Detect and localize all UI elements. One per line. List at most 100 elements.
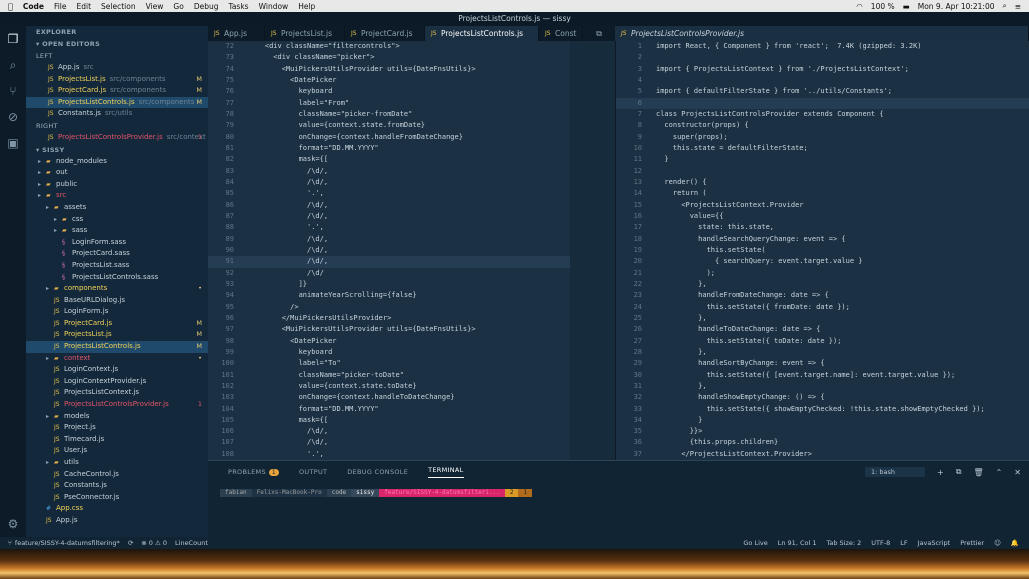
tab-projectcard-js[interactable]: JS ProjectCard.js	[345, 26, 425, 41]
tab-projectslist-js[interactable]: JS ProjectsList.js	[265, 26, 345, 41]
tab-terminal[interactable]: TERMINAL	[428, 466, 464, 478]
code-line[interactable]: 87 /\d/,	[208, 211, 578, 222]
code-line[interactable]: 82 mask={[	[208, 154, 578, 165]
menu-edit[interactable]: Edit	[77, 2, 92, 11]
status-eol[interactable]: LF	[900, 539, 907, 547]
code-line[interactable]: 13 render() {	[616, 177, 1029, 188]
status-branch[interactable]: feature/SISSY-4-datumsfiltering*	[15, 539, 120, 547]
status-encoding[interactable]: UTF-8	[871, 539, 890, 547]
editor-right[interactable]: 1 import React, { Component } from 'react…	[615, 41, 1029, 460]
code-line[interactable]: 72 <div className="filtercontrols">	[208, 41, 578, 52]
code-line[interactable]: 37 </ProjectsListContext.Provider>	[616, 449, 1029, 460]
code-line[interactable]: 3 import { ProjectsListContext } from './…	[616, 64, 1029, 75]
editor-left[interactable]: 72 <div className="filtercontrols"> 73 <d…	[208, 41, 578, 460]
code-line[interactable]: 30 this.setState({ [event.target.name]: …	[616, 370, 1029, 381]
trash-icon[interactable]: 🗑	[973, 468, 983, 477]
code-line[interactable]: 81 format="DD.MM.YYYY"	[208, 143, 578, 154]
code-line[interactable]: 108 '.',	[208, 449, 578, 460]
status-language[interactable]: JavaScript	[918, 539, 951, 547]
file-item[interactable]: JS ProjectsListControls.js src/components M	[26, 96, 208, 109]
code-line[interactable]: 28 },	[616, 347, 1029, 358]
source-control-icon[interactable]: ⑂	[0, 78, 26, 104]
code-line[interactable]: 76 keyboard	[208, 86, 578, 97]
code-line[interactable]: 14 return (	[616, 188, 1029, 199]
code-line[interactable]: 17 state: this.state,	[616, 222, 1029, 233]
code-line[interactable]: 85 '.',	[208, 188, 578, 199]
code-line[interactable]: 104 format="DD.MM.YYYY"	[208, 404, 578, 415]
file-item[interactable]: JS LoginForm.js	[26, 306, 208, 318]
code-line[interactable]: 2	[616, 52, 1029, 63]
file-item[interactable]: JS ProjectCard.js M	[26, 318, 208, 330]
code-line[interactable]: 92 /\d/	[208, 268, 578, 279]
file-item[interactable]: JS LoginContextProvider.js	[26, 376, 208, 388]
file-item[interactable]: JS ProjectCard.js src/components M	[26, 85, 208, 97]
code-line[interactable]: 106 /\d/,	[208, 426, 578, 437]
file-item[interactable]: JS ProjectsListControlsProvider.js 1	[26, 399, 208, 411]
file-item[interactable]: JS ProjectsListControlsProvider.js src/con…	[26, 132, 208, 144]
search-icon[interactable]: ⌕	[0, 52, 26, 78]
code-line[interactable]: 7 class ProjectsListControlsProvider exte…	[616, 109, 1029, 120]
code-line[interactable]: 20 { searchQuery: event.target.value }	[616, 256, 1029, 267]
status-linecount[interactable]: LineCount	[175, 539, 208, 547]
add-terminal-icon[interactable]: +	[937, 468, 944, 477]
code-line[interactable]: 19 this.setState(	[616, 245, 1029, 256]
code-line[interactable]: 96 </MuiPickersUtilsProvider>	[208, 313, 578, 324]
code-line[interactable]: 98 <DatePicker	[208, 336, 578, 347]
flag-icon[interactable]: ▬	[903, 2, 910, 11]
menu-view[interactable]: View	[146, 2, 164, 11]
code-line[interactable]: 29 handleSortByChange: event => {	[616, 358, 1029, 369]
code-line[interactable]: 15 <ProjectsListContext.Provider	[616, 200, 1029, 211]
code-line[interactable]: 100 label="To"	[208, 358, 578, 369]
tab-constants-js[interactable]: JS Const	[539, 26, 583, 41]
code-line[interactable]: 105 mask={[	[208, 415, 578, 426]
file-item[interactable]: ▸ ▰ sass	[26, 225, 208, 237]
menu-selection[interactable]: Selection	[101, 2, 136, 11]
file-item[interactable]: ▸ ▰ utils	[26, 457, 208, 469]
code-line[interactable]: 94 animateYearScrolling={false}	[208, 290, 578, 301]
code-line[interactable]: 22 },	[616, 279, 1029, 290]
code-line[interactable]: 11 }	[616, 154, 1029, 165]
code-line[interactable]: 93 ]}	[208, 279, 578, 290]
bell-icon[interactable]: 🔔	[1011, 539, 1019, 547]
code-line[interactable]: 26 handleToDateChange: date => {	[616, 324, 1029, 335]
code-line[interactable]: 32 handleShowEmptyChange: () => {	[616, 392, 1029, 403]
wifi-icon[interactable]: ◠	[856, 2, 863, 11]
gear-icon[interactable]: ⚙	[0, 511, 26, 537]
open-editors-header[interactable]: ▾ OPEN EDITORS	[26, 38, 208, 50]
code-line[interactable]: 78 className="picker-fromDate"	[208, 109, 578, 120]
smiley-icon[interactable]: ☺	[994, 539, 1001, 547]
file-item[interactable]: JS User.js	[26, 445, 208, 457]
apple-icon[interactable]: 	[8, 2, 13, 11]
code-line[interactable]: 89 /\d/,	[208, 234, 578, 245]
git-branch-icon[interactable]: ⑂	[8, 539, 12, 547]
tab-output[interactable]: OUTPUT	[299, 468, 327, 476]
file-item[interactable]: ▸ ▰ node_modules	[26, 156, 208, 168]
code-line[interactable]: 10 this.state = defaultFilterState;	[616, 143, 1029, 154]
chevron-up-icon[interactable]: ⌃	[996, 468, 1003, 477]
code-line[interactable]: 97 <MuiPickersUtilsProvider utils={DateF…	[208, 324, 578, 335]
code-line[interactable]: 34 }	[616, 415, 1029, 426]
file-item[interactable]: # App.css	[26, 503, 208, 515]
file-item[interactable]: JS PseConnector.js	[26, 492, 208, 504]
menu-file[interactable]: File	[54, 2, 67, 11]
menu-help[interactable]: Help	[298, 2, 315, 11]
code-line[interactable]: 27 this.setState({ toDate: date });	[616, 336, 1029, 347]
sync-icon[interactable]: ⟳	[128, 539, 133, 547]
code-line[interactable]: 84 /\d/,	[208, 177, 578, 188]
code-line[interactable]: 36 {this.props.children}	[616, 437, 1029, 448]
file-item[interactable]: JS ProjectsListContext.js	[26, 387, 208, 399]
project-header[interactable]: ▾ SISSY	[26, 144, 208, 156]
code-line[interactable]: 107 /\d/,	[208, 437, 578, 448]
menu-debug[interactable]: Debug	[194, 2, 219, 11]
code-line[interactable]: 80 onChange={context.handleFromDateChang…	[208, 132, 578, 143]
status-problems[interactable]: ⊗ 0 ⚠ 0	[141, 539, 167, 547]
code-line[interactable]: 91 /\d/,	[208, 256, 578, 268]
tab-app-js[interactable]: JS App.js	[208, 26, 265, 41]
tab-problems[interactable]: PROBLEMS 1	[228, 468, 279, 476]
file-item[interactable]: § ProjectsList.sass	[26, 260, 208, 272]
search-icon[interactable]: ⌕	[1003, 1, 1007, 11]
code-line[interactable]: 101 className="picker-toDate"	[208, 370, 578, 381]
code-line[interactable]: 90 /\d/,	[208, 245, 578, 256]
code-line[interactable]: 1 import React, { Component } from 'react…	[616, 41, 1029, 52]
code-line[interactable]: 102 value={context.state.toDate}	[208, 381, 578, 392]
